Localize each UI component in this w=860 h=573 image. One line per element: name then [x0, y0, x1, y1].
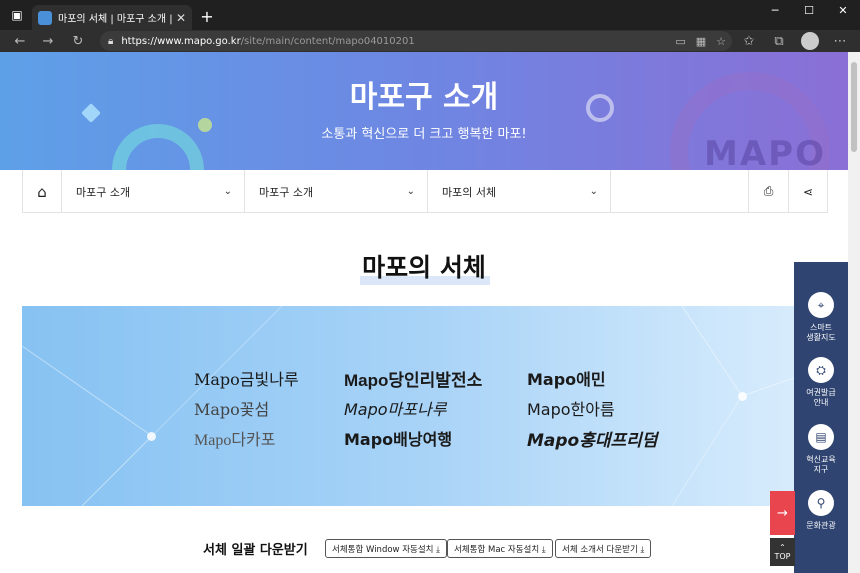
favorite-add-icon[interactable]: ☆	[716, 35, 726, 48]
address-bar-actions: ▭ ▦ ☆	[675, 31, 726, 51]
font-sample: Mapo한아름	[527, 400, 615, 419]
lock-icon: 🔒︎	[108, 35, 114, 47]
quick-menu-label: 스마트	[809, 323, 833, 332]
url-text[interactable]: https://www.mapo.go.kr/site/main/content…	[121, 36, 414, 47]
font-sample: Mapo꽃섬	[194, 400, 270, 419]
banner-dot	[147, 432, 156, 441]
download-brochure-button[interactable]: 서체 소개서 다운받기 ⤓	[555, 539, 652, 558]
chevron-down-icon: ⌄	[589, 186, 598, 197]
share-icon[interactable]: ⋖	[788, 170, 828, 213]
close-window-icon[interactable]: ✕	[826, 0, 860, 20]
font-sample: Mapo다카포	[194, 432, 276, 449]
quick-menu-label: 지구	[813, 465, 829, 474]
hero-title: 마포구 소개	[349, 80, 499, 115]
download-mac-button[interactable]: 서체통합 Mac 자동설치 ⤓	[447, 539, 553, 558]
scroll-top-button[interactable]: ⌃ TOP	[770, 538, 795, 566]
quick-menu-item-passport[interactable]: ⛭ 여권발급 안내	[794, 357, 848, 408]
profile-avatar[interactable]	[801, 32, 819, 50]
breadcrumb-dropdown-3[interactable]: 마포의 서체 ⌄	[428, 170, 611, 213]
window-controls: ─ ☐ ✕	[758, 0, 860, 20]
breadcrumb-dropdown-1[interactable]: 마포구 소개 ⌄	[62, 170, 245, 213]
quick-menu: ⌖ 스마트 생활지도 ⛭ 여권발급 안내 ▤ 혁신교육 지구 ⚲ 문화관광	[794, 262, 848, 573]
tab-strip: ▣ 마포의 서체 | 마포구 소개 | 마포 ✕ + ─ ☐ ✕	[0, 0, 860, 30]
maximize-icon[interactable]: ☐	[792, 0, 826, 20]
cast-icon[interactable]: ▭	[675, 35, 685, 48]
passport-icon: ⛭	[808, 357, 834, 383]
quick-menu-item-culture[interactable]: ⚲ 문화관광	[794, 490, 848, 531]
font-sample: Mapo당인리발전소	[344, 371, 483, 390]
chevron-down-icon: ⌄	[223, 186, 232, 197]
download-windows-button[interactable]: 서체통합 Window 자동설치 ⤓	[325, 539, 447, 558]
font-sample: Mapo홍대프리덤	[527, 431, 658, 451]
breadcrumb-label: 마포의 서체	[442, 185, 497, 199]
tab-title: 마포의 서체 | 마포구 소개 | 마포	[58, 14, 172, 25]
tab-actions-icon[interactable]: ▣	[6, 4, 28, 26]
hero-banner: 마포구 소개 소통과 혁신으로 더 크고 행복한 마포! MAPO	[0, 52, 848, 170]
top-label: TOP	[774, 552, 791, 561]
walker-icon: ⚲	[808, 490, 834, 516]
favorites-icon[interactable]: ✩	[739, 31, 759, 51]
address-bar[interactable]: 🔒︎ https://www.mapo.go.kr/site/main/cont…	[100, 31, 732, 51]
book-icon: ▤	[808, 424, 834, 450]
quick-menu-item-education[interactable]: ▤ 혁신교육 지구	[794, 424, 848, 475]
browser-tab[interactable]: 마포의 서체 | 마포구 소개 | 마포 ✕	[32, 5, 192, 30]
quick-link-arrow-button[interactable]: →	[770, 491, 795, 535]
browser-window: ▣ 마포의 서체 | 마포구 소개 | 마포 ✕ + ─ ☐ ✕ ← → ↻ 🔒…	[0, 0, 860, 573]
map-pin-icon: ⌖	[808, 292, 834, 318]
breadcrumb-dropdown-2[interactable]: 마포구 소개 ⌄	[245, 170, 428, 213]
chevron-up-icon: ⌃	[779, 543, 786, 552]
more-menu-icon[interactable]: ⋯	[830, 31, 850, 51]
page-viewport: 마포구 소개 소통과 혁신으로 더 크고 행복한 마포! MAPO ⌂ 마포구 …	[0, 52, 848, 573]
minimize-icon[interactable]: ─	[758, 0, 792, 20]
quick-menu-label: 생활지도	[806, 333, 836, 342]
quick-menu-label: 혁신교육	[806, 455, 836, 464]
home-icon[interactable]: ⌂	[22, 170, 62, 213]
breadcrumb-spacer	[611, 170, 748, 212]
new-tab-button[interactable]: +	[197, 5, 217, 27]
font-sample: Mapo배낭여행	[344, 430, 453, 449]
favicon-icon	[38, 10, 52, 25]
print-icon[interactable]: ⎙	[748, 170, 788, 213]
mapo-logo: MAPO	[704, 134, 826, 170]
breadcrumb: ⌂ 마포구 소개 ⌄ 마포구 소개 ⌄ 마포의 서체 ⌄ ⎙ ⋖	[22, 170, 828, 213]
breadcrumb-label: 마포구 소개	[259, 185, 314, 199]
back-icon[interactable]: ←	[10, 31, 30, 51]
page-title: 마포의 서체	[362, 253, 486, 282]
quick-menu-label: 여권발급	[806, 388, 836, 397]
quick-menu-label: 안내	[813, 398, 829, 407]
banner-dot	[738, 392, 747, 401]
chevron-down-icon: ⌄	[406, 186, 415, 197]
browser-toolbar: ← → ↻ 🔒︎ https://www.mapo.go.kr/site/mai…	[0, 30, 860, 52]
scrollbar-thumb[interactable]	[851, 62, 857, 152]
forward-icon[interactable]: →	[38, 31, 58, 51]
breadcrumb-label: 마포구 소개	[76, 185, 131, 199]
font-sample: Mapo금빛나루	[194, 370, 299, 389]
quick-menu-item-map[interactable]: ⌖ 스마트 생활지도	[794, 292, 848, 343]
reload-icon[interactable]: ↻	[68, 31, 88, 51]
download-all-label: 서체 일괄 다운받기	[203, 543, 308, 558]
font-sample: Mapo마포나루	[344, 400, 447, 419]
close-tab-icon[interactable]: ✕	[176, 11, 186, 25]
collections-icon[interactable]: ⧉	[769, 31, 789, 51]
quick-menu-label: 문화관광	[806, 521, 836, 530]
font-sample: Mapo애민	[527, 370, 606, 389]
page-scrollbar[interactable]	[848, 52, 860, 573]
qr-icon[interactable]: ▦	[696, 35, 706, 48]
font-showcase-banner: Mapo금빛나루 Mapo꽃섬 Mapo다카포 Mapo당인리발전소 Mapo마…	[22, 306, 828, 506]
